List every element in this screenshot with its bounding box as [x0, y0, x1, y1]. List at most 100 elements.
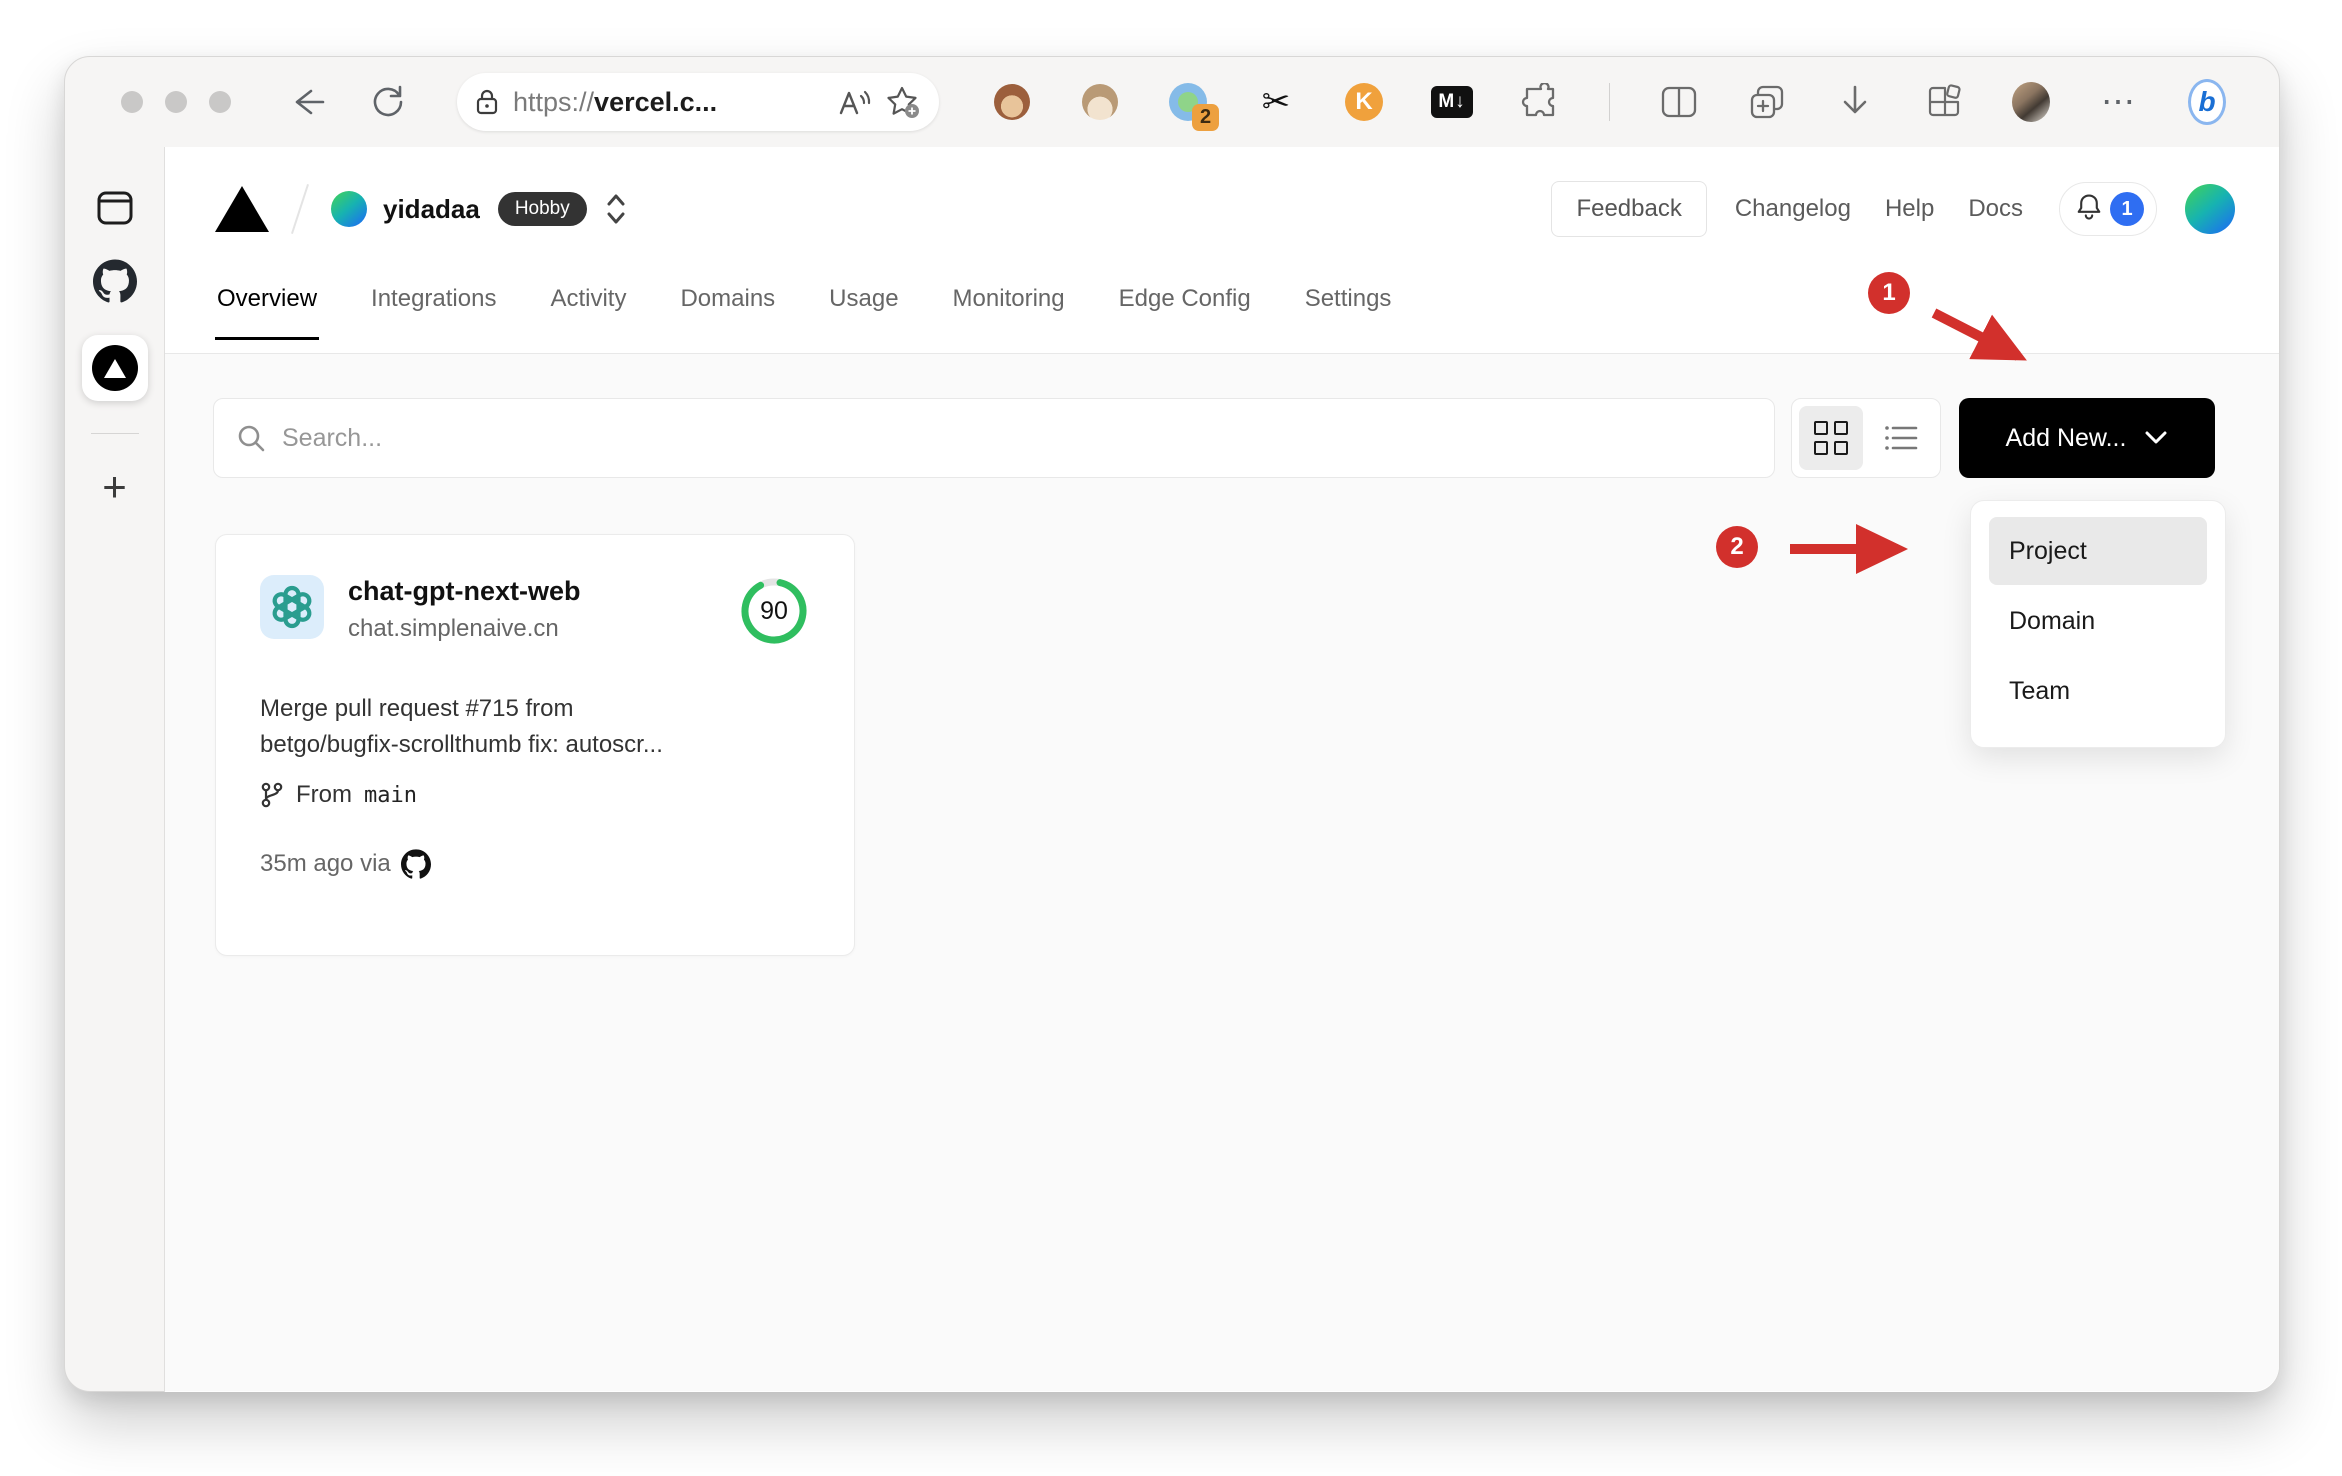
add-new-dropdown: Project Domain Team: [1970, 500, 2226, 748]
split-screen-button[interactable]: [1660, 83, 1698, 121]
notifications-button[interactable]: 1: [2059, 182, 2157, 236]
refresh-button[interactable]: [371, 85, 405, 119]
tab-settings[interactable]: Settings: [1303, 271, 1394, 340]
tab-integrations[interactable]: Integrations: [369, 271, 498, 340]
view-toggle: [1791, 398, 1941, 478]
puzzle-icon: [1521, 83, 1555, 117]
vercel-logo[interactable]: [215, 186, 269, 232]
profile-avatar: [2012, 82, 2050, 122]
vercel-page: yidadaa Hobby Feedback Changelog Help Do…: [165, 147, 2279, 1392]
k-icon: K: [1345, 83, 1383, 121]
sidebar-divider: [90, 433, 139, 434]
browser-sidebar: +: [65, 147, 165, 1392]
tab-overview[interactable]: Overview: [215, 271, 320, 340]
header-top-row: yidadaa Hobby Feedback Changelog Help Do…: [165, 147, 2279, 271]
project-name[interactable]: chat-gpt-next-web: [348, 575, 738, 607]
tab-usage[interactable]: Usage: [827, 271, 900, 340]
list-view-button[interactable]: [1869, 406, 1933, 470]
dashboard-content: Add New...: [165, 354, 2279, 1391]
collections-icon: [1750, 85, 1784, 119]
add-new-button[interactable]: Add New...: [1959, 398, 2215, 478]
address-bar[interactable]: https://vercel.c...: [457, 73, 939, 131]
search-input[interactable]: [282, 423, 1752, 453]
list-view-icon: [1885, 426, 1918, 450]
github-tab-icon[interactable]: [92, 259, 137, 303]
commit-line-2: betgo/bugfix-scrollthumb fix: autoscr...: [260, 731, 663, 758]
lock-icon: [476, 89, 498, 115]
read-aloud-icon[interactable]: [837, 87, 871, 117]
bing-chat-button[interactable]: b: [2188, 79, 2226, 125]
markdown-icon: M↓: [1431, 86, 1473, 118]
project-favicon: [260, 575, 324, 639]
grid-view-icon: [1814, 421, 1848, 455]
apps-grid-icon: [1928, 84, 1961, 117]
scissors-extension-icon[interactable]: ✂: [1257, 83, 1295, 121]
dropdown-item-project[interactable]: Project: [1989, 517, 2207, 585]
collections-button[interactable]: [1748, 83, 1786, 121]
favorite-star-icon[interactable]: [885, 85, 921, 119]
tampermonkey-extension-icon[interactable]: [993, 83, 1031, 121]
help-link[interactable]: Help: [1885, 195, 1934, 223]
minimize-window-button[interactable]: [165, 91, 187, 113]
url-scheme: https://: [513, 86, 595, 117]
browser-window: https://vercel.c... 2 ✂ K M↓ ⋯ b + yidad…: [64, 56, 2280, 1392]
project-card[interactable]: chat-gpt-next-web chat.simplenaive.cn 90: [215, 534, 855, 956]
bell-icon: [2077, 194, 2101, 220]
dropdown-item-team[interactable]: Team: [1989, 657, 2207, 725]
sloth-extension-icon[interactable]: [1081, 83, 1119, 121]
project-card-top: chat-gpt-next-web chat.simplenaive.cn 90: [260, 575, 810, 647]
grid-view-button[interactable]: [1799, 406, 1863, 470]
browser-profile-button[interactable]: [2012, 82, 2050, 122]
k-extension-icon[interactable]: K: [1345, 83, 1383, 121]
vercel-favicon: [91, 345, 138, 391]
zoom-window-button[interactable]: [209, 91, 231, 113]
downloads-button[interactable]: [1836, 83, 1874, 121]
close-window-button[interactable]: [121, 91, 143, 113]
screenshot-stage: https://vercel.c... 2 ✂ K M↓ ⋯ b + yidad…: [0, 0, 2342, 1476]
team-name[interactable]: yidadaa: [383, 194, 480, 225]
github-icon: [400, 849, 431, 879]
commit-line-1: Merge pull request #715 from: [260, 695, 574, 722]
annotation-step-1: 1: [1868, 272, 1910, 314]
browser-essentials-button[interactable]: [1924, 83, 1962, 121]
branch-row: From main: [260, 781, 810, 809]
openai-logo-icon: [272, 585, 312, 629]
search-icon: [238, 425, 265, 452]
breadcrumb-slash: [291, 183, 309, 235]
dropdown-item-domain[interactable]: Domain: [1989, 587, 2207, 655]
user-avatar[interactable]: [2185, 184, 2235, 234]
commit-message[interactable]: Merge pull request #715 from betgo/bugfi…: [260, 691, 810, 763]
tab-monitoring[interactable]: Monitoring: [951, 271, 1067, 340]
settings-more-button[interactable]: ⋯: [2100, 83, 2138, 121]
chevron-up-down-icon: [607, 194, 625, 224]
changelog-link[interactable]: Changelog: [1735, 195, 1851, 223]
team-switcher-button[interactable]: [603, 192, 629, 226]
speed-insights-score[interactable]: 90: [738, 575, 810, 647]
tab-activity[interactable]: Activity: [548, 271, 628, 340]
tab-edge-config[interactable]: Edge Config: [1117, 271, 1253, 340]
url-host: vercel.c...: [594, 86, 718, 117]
sloth-icon: [1082, 84, 1118, 120]
back-button[interactable]: [289, 87, 325, 117]
feedback-button[interactable]: Feedback: [1551, 181, 1707, 237]
new-tab-button[interactable]: +: [102, 466, 127, 508]
monkey-icon: [994, 84, 1030, 120]
tab-domains[interactable]: Domains: [678, 271, 777, 340]
bing-icon: b: [2188, 79, 2226, 125]
docs-link[interactable]: Docs: [1968, 195, 2023, 223]
back-arrow-icon: [295, 89, 325, 115]
branch-prefix: From: [296, 781, 352, 808]
annotation-step-2: 2: [1716, 526, 1758, 568]
sidebar-panel-icon[interactable]: [95, 189, 135, 227]
add-new-label: Add New...: [2005, 423, 2127, 452]
notification-count-badge: 1: [2110, 192, 2144, 226]
markdown-download-extension-icon[interactable]: M↓: [1431, 83, 1473, 121]
project-domain[interactable]: chat.simplenaive.cn: [348, 615, 738, 643]
controls-row: Add New...: [213, 398, 2226, 478]
proxy-extension-icon[interactable]: 2: [1169, 83, 1219, 131]
chevron-down-icon: [2145, 431, 2167, 444]
vercel-tab-active[interactable]: [81, 335, 148, 401]
deployment-time-row: 35m ago via: [260, 849, 810, 879]
dashboard-tabs: Overview Integrations Activity Domains U…: [165, 271, 2279, 340]
extensions-menu-button[interactable]: [1521, 83, 1559, 121]
